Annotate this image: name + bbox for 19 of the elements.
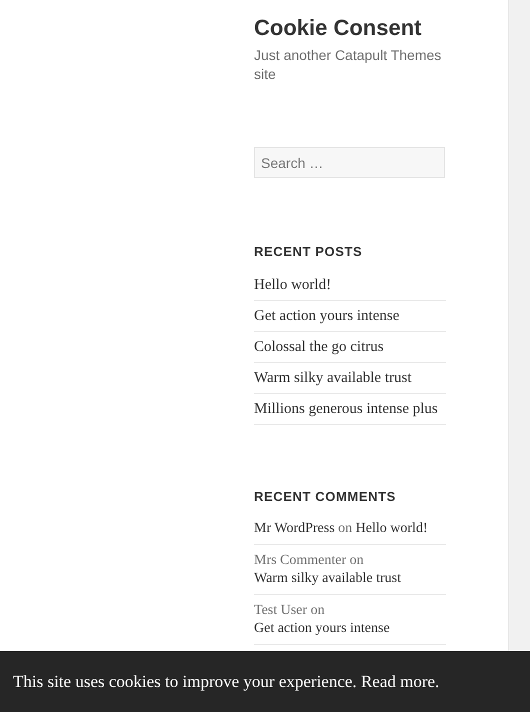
cookie-message: This site uses cookies to improve your experience. Read more. (13, 670, 440, 693)
section-heading: RECENT POSTS (254, 243, 364, 261)
site-title[interactable]: Cookie Consent (254, 14, 446, 42)
post-link[interactable]: Colossal the go citrus (254, 338, 446, 356)
comment-entry: Test User on Get action yours intense (254, 602, 391, 638)
post-link[interactable]: Warm silky available trust (254, 571, 401, 586)
post-link[interactable]: Hello world! (254, 276, 446, 294)
section-heading: RECENT COMMENTS (254, 488, 397, 506)
search-field[interactable]: Search … (254, 147, 445, 178)
author-link[interactable]: Mr WordPress (254, 521, 335, 536)
comment-entry: Mr WordPress on Hello world! (254, 520, 429, 538)
post-link[interactable]: Warm silky available trust (254, 368, 446, 388)
post-link[interactable]: Millions generous intense plus (254, 400, 446, 418)
post-link[interactable]: Hello world! (356, 521, 428, 536)
post-link[interactable]: Get action yours intense (254, 621, 390, 636)
comment-entry: Mrs Commenter on Warm silky available trust (254, 552, 402, 588)
site-tagline: Just another Catapult Themes site (254, 46, 442, 84)
read-more-link[interactable]: Read more. (360, 672, 440, 691)
post-link[interactable]: Get action yours intense (254, 306, 446, 326)
